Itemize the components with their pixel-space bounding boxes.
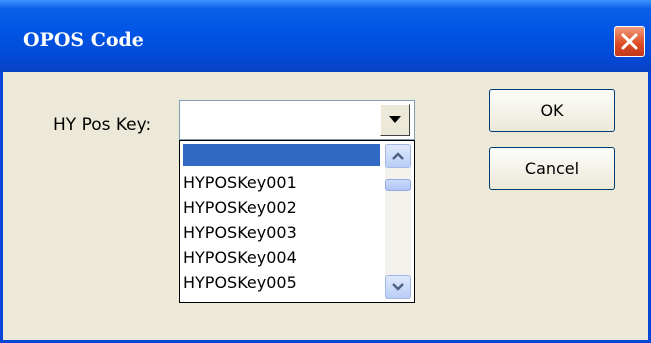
title-bar[interactable]: OPOS Code: [0, 0, 651, 72]
close-button[interactable]: [614, 26, 645, 57]
vertical-scrollbar[interactable]: [385, 144, 411, 299]
list-item-selected[interactable]: [183, 144, 380, 166]
scroll-down-button[interactable]: [385, 275, 411, 299]
list-item[interactable]: HYPOSKey001: [183, 173, 297, 192]
chevron-down-icon: [392, 283, 404, 291]
window-title: OPOS Code: [23, 29, 144, 51]
scroll-thumb[interactable]: [385, 179, 411, 191]
list-item[interactable]: HYPOSKey003: [183, 223, 297, 242]
cancel-button[interactable]: Cancel: [489, 147, 615, 190]
list-item[interactable]: HYPOSKey002: [183, 198, 297, 217]
hy-pos-key-label: HY Pos Key:: [53, 115, 152, 135]
list-item[interactable]: HYPOSKey004: [183, 248, 297, 267]
dropdown-list: HYPOSKey001 HYPOSKey002 HYPOSKey003 HYPO…: [179, 140, 415, 303]
opos-code-dialog: OPOS Code HY Pos Key: HYPOSKey001 HYPOSK…: [0, 0, 651, 343]
list-item[interactable]: HYPOSKey005: [183, 273, 297, 292]
close-icon: [621, 33, 638, 50]
hy-pos-key-combobox[interactable]: [179, 100, 415, 140]
ok-button[interactable]: OK: [489, 89, 615, 132]
chevron-down-icon: [389, 116, 401, 123]
chevron-up-icon: [392, 152, 404, 160]
scroll-up-button[interactable]: [385, 144, 411, 168]
dropdown-button[interactable]: [380, 104, 410, 136]
